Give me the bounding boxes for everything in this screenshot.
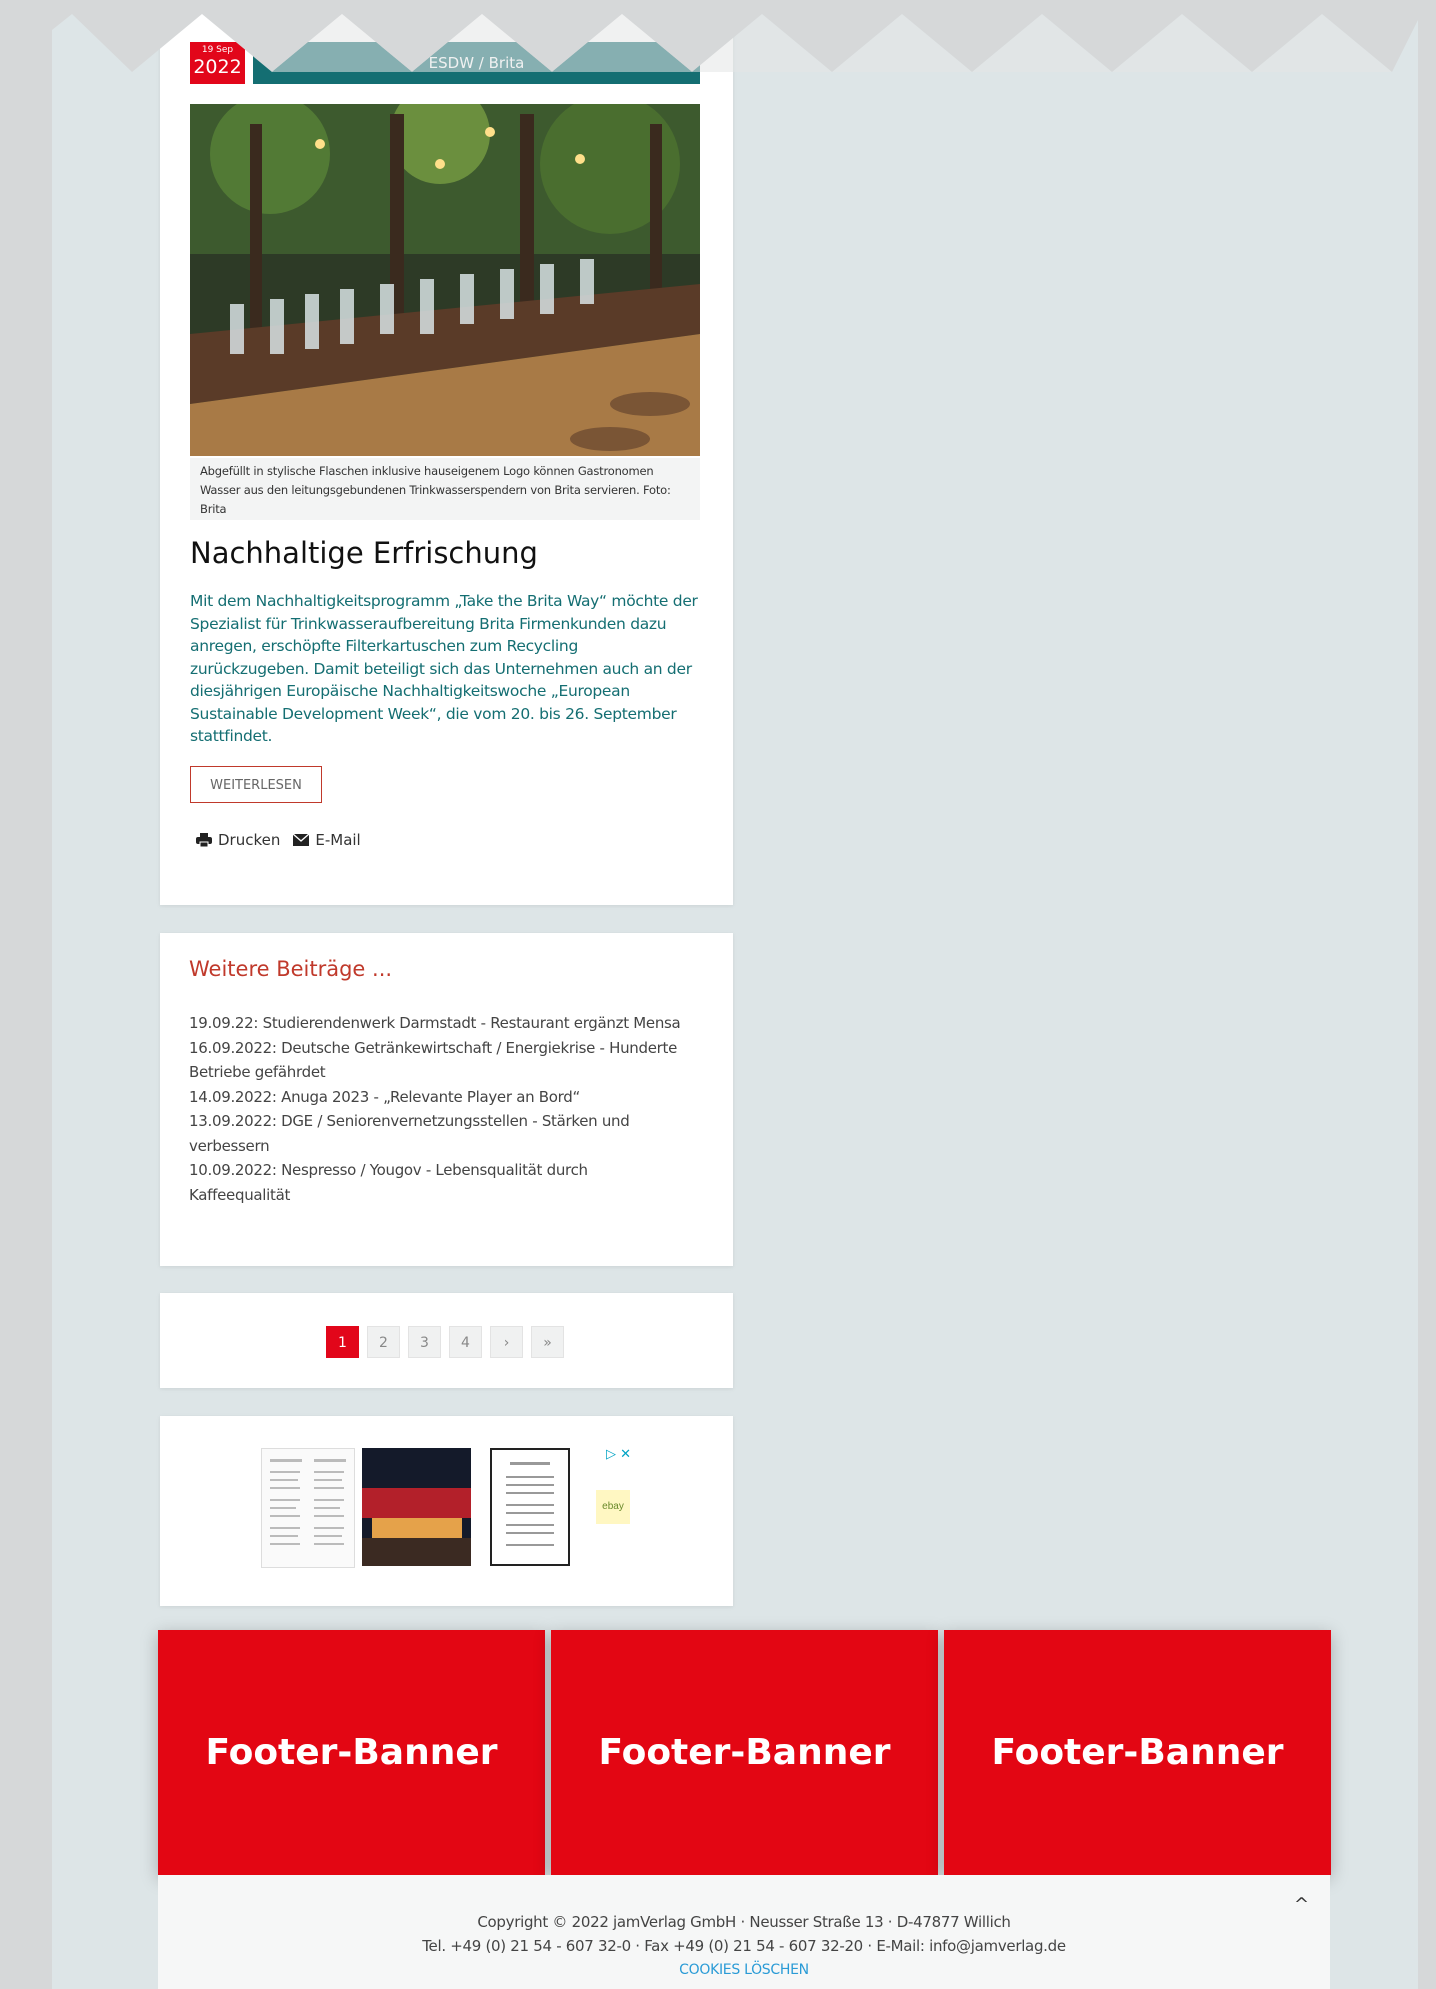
footer-text: Copyright © 2022 jamVerlag GmbH · Neusse…	[158, 1910, 1330, 1982]
ad-brand-badge[interactable]: ebay	[596, 1490, 630, 1524]
article-link[interactable]: 13.09.2022: DGE / Seniorenvernetzungsste…	[189, 1112, 630, 1155]
page-1-button[interactable]: 1	[326, 1326, 359, 1358]
footer-banner-2[interactable]: Footer-Banner	[551, 1630, 938, 1875]
article-image[interactable]	[190, 104, 700, 456]
menu-card-icon	[506, 1462, 554, 1546]
page-3-button[interactable]: 3	[408, 1326, 441, 1358]
footer-copyright: Copyright © 2022 jamVerlag GmbH · Neusse…	[477, 1913, 1011, 1931]
image-caption: Abgefüllt in stylische Flaschen inklusiv…	[200, 464, 671, 516]
article-link[interactable]: 16.09.2022: Deutsche Getränkewirtschaft …	[189, 1039, 677, 1082]
print-label: Drucken	[218, 831, 281, 849]
pagination: 1 2 3 4 › »	[326, 1326, 564, 1358]
more-articles-list: 19.09.22: Studierendenwerk Darmstadt - R…	[189, 1011, 689, 1207]
article-title[interactable]: Nachhaltige Erfrischung	[190, 536, 538, 570]
restaurant-photo-icon	[362, 1448, 471, 1566]
article-actions: Drucken E-Mail	[196, 831, 369, 849]
print-link[interactable]: Drucken	[196, 831, 280, 849]
scroll-to-top-button[interactable]: ^	[1294, 1894, 1309, 1915]
email-label: E-Mail	[315, 831, 361, 849]
torn-edge-decoration	[52, 0, 1418, 72]
article-teaser: Mit dem Nachhaltigkeitsprogramm „Take th…	[190, 592, 698, 745]
ad-choices-close[interactable]: ▷ ✕	[606, 1447, 631, 1462]
list-item[interactable]: 13.09.2022: DGE / Seniorenvernetzungsste…	[189, 1109, 689, 1158]
envelope-icon	[293, 834, 310, 846]
next-page-button[interactable]: ›	[490, 1326, 523, 1358]
footer-contact: Tel. +49 (0) 21 54 - 607 32-0 · Fax +49 …	[422, 1937, 1066, 1955]
list-item[interactable]: 10.09.2022: Nespresso / Yougov - Lebensq…	[189, 1158, 689, 1207]
footer-banner-1[interactable]: Footer-Banner	[158, 1630, 545, 1875]
document-icon	[270, 1459, 346, 1545]
footer-banner-3[interactable]: Footer-Banner	[944, 1630, 1331, 1875]
last-page-button[interactable]: »	[531, 1326, 564, 1358]
list-item[interactable]: 16.09.2022: Deutsche Getränkewirtschaft …	[189, 1036, 689, 1085]
email-link[interactable]: E-Mail	[293, 831, 361, 849]
list-item[interactable]: 14.09.2022: Anuga 2023 - „Relevante Play…	[189, 1085, 689, 1110]
article-link[interactable]: 19.09.22: Studierendenwerk Darmstadt - R…	[189, 1014, 681, 1032]
delete-cookies-link[interactable]: COOKIES LÖSCHEN	[158, 1958, 1330, 1982]
ad-menu-card-thumbnail[interactable]	[490, 1448, 570, 1566]
ad-restaurant-image[interactable]	[362, 1448, 471, 1566]
ad-menu-thumbnail[interactable]	[261, 1448, 355, 1568]
bar-photo-icon	[190, 104, 700, 456]
list-item[interactable]: 19.09.22: Studierendenwerk Darmstadt - R…	[189, 1011, 689, 1036]
read-more-button[interactable]: WEITERLESEN	[190, 766, 322, 803]
printer-icon	[196, 833, 212, 847]
article-link[interactable]: 14.09.2022: Anuga 2023 - „Relevante Play…	[189, 1088, 580, 1106]
page-2-button[interactable]: 2	[367, 1326, 400, 1358]
page-4-button[interactable]: 4	[449, 1326, 482, 1358]
more-articles-title: Weitere Beiträge ...	[189, 957, 393, 981]
article-link[interactable]: 10.09.2022: Nespresso / Yougov - Lebensq…	[189, 1161, 588, 1204]
